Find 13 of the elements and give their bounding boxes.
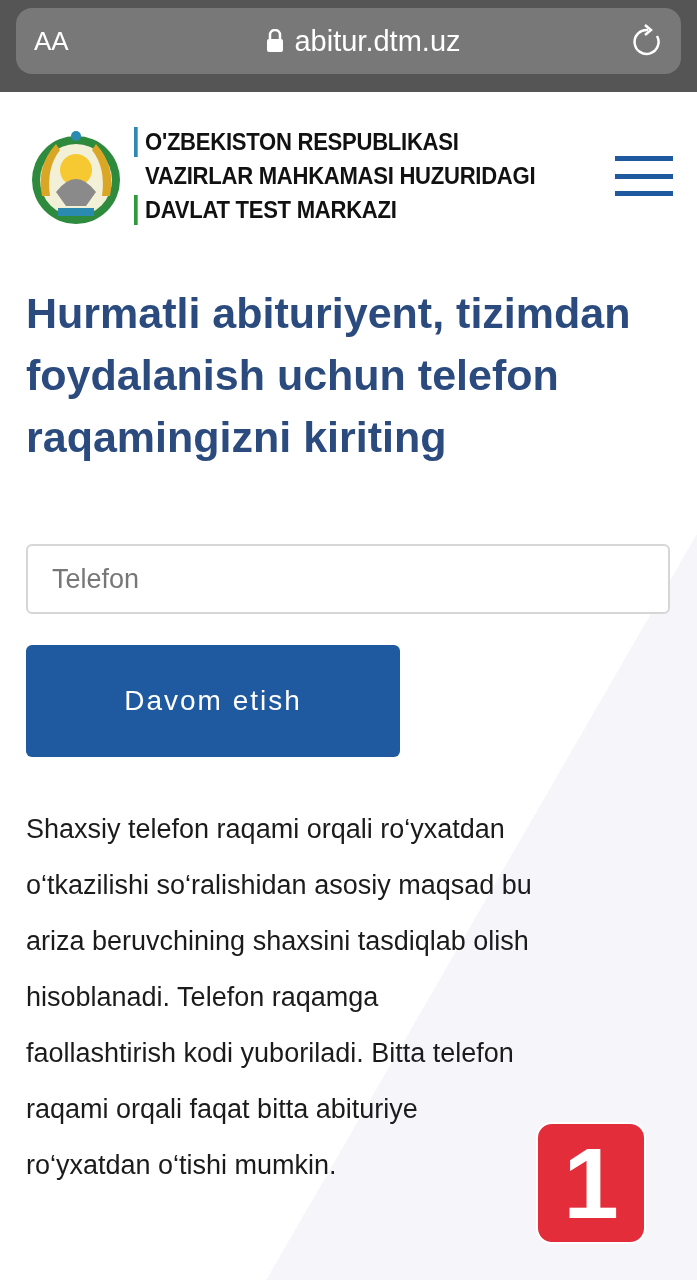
phone-input-field[interactable]: Telefon xyxy=(26,544,670,614)
number-badge: 1 xyxy=(536,1122,646,1244)
info-paragraph: Shaxsiy telefon raqami orqali ro‘yxatdan o‘tkazilishi so‘ralishidan asosiy maqsad bu ariza beruvchining shaxsini tasdiqlab olish hisoblanadi. Telefon raqamga faollashtirish kodi yuboriladi. Bitta telefon raqami orqali faqat bitta abituriye ro‘yxatdan o‘tishi mumkin. xyxy=(26,813,532,1182)
organization-title: O'ZBEKISTON RESPUBLIKASI xyxy=(134,127,577,157)
menu-button[interactable] xyxy=(615,156,673,196)
organization-title: DAVLAT TEST MARKAZI xyxy=(134,195,577,225)
url-text[interactable]: abitur.dtm.uz xyxy=(294,24,461,58)
text-size-button[interactable]: AA xyxy=(34,25,94,57)
page-heading: Hurmatli abituriyent, tizimdan foydalanish uchun telefon raqamingizni kiriting xyxy=(26,288,632,463)
lock-icon xyxy=(266,29,285,53)
continue-button[interactable]: Davom etish xyxy=(26,645,400,757)
reload-icon[interactable] xyxy=(633,24,663,58)
organization-title: VAZIRLAR MAHKAMASI HUZURIDAGI xyxy=(134,161,577,191)
